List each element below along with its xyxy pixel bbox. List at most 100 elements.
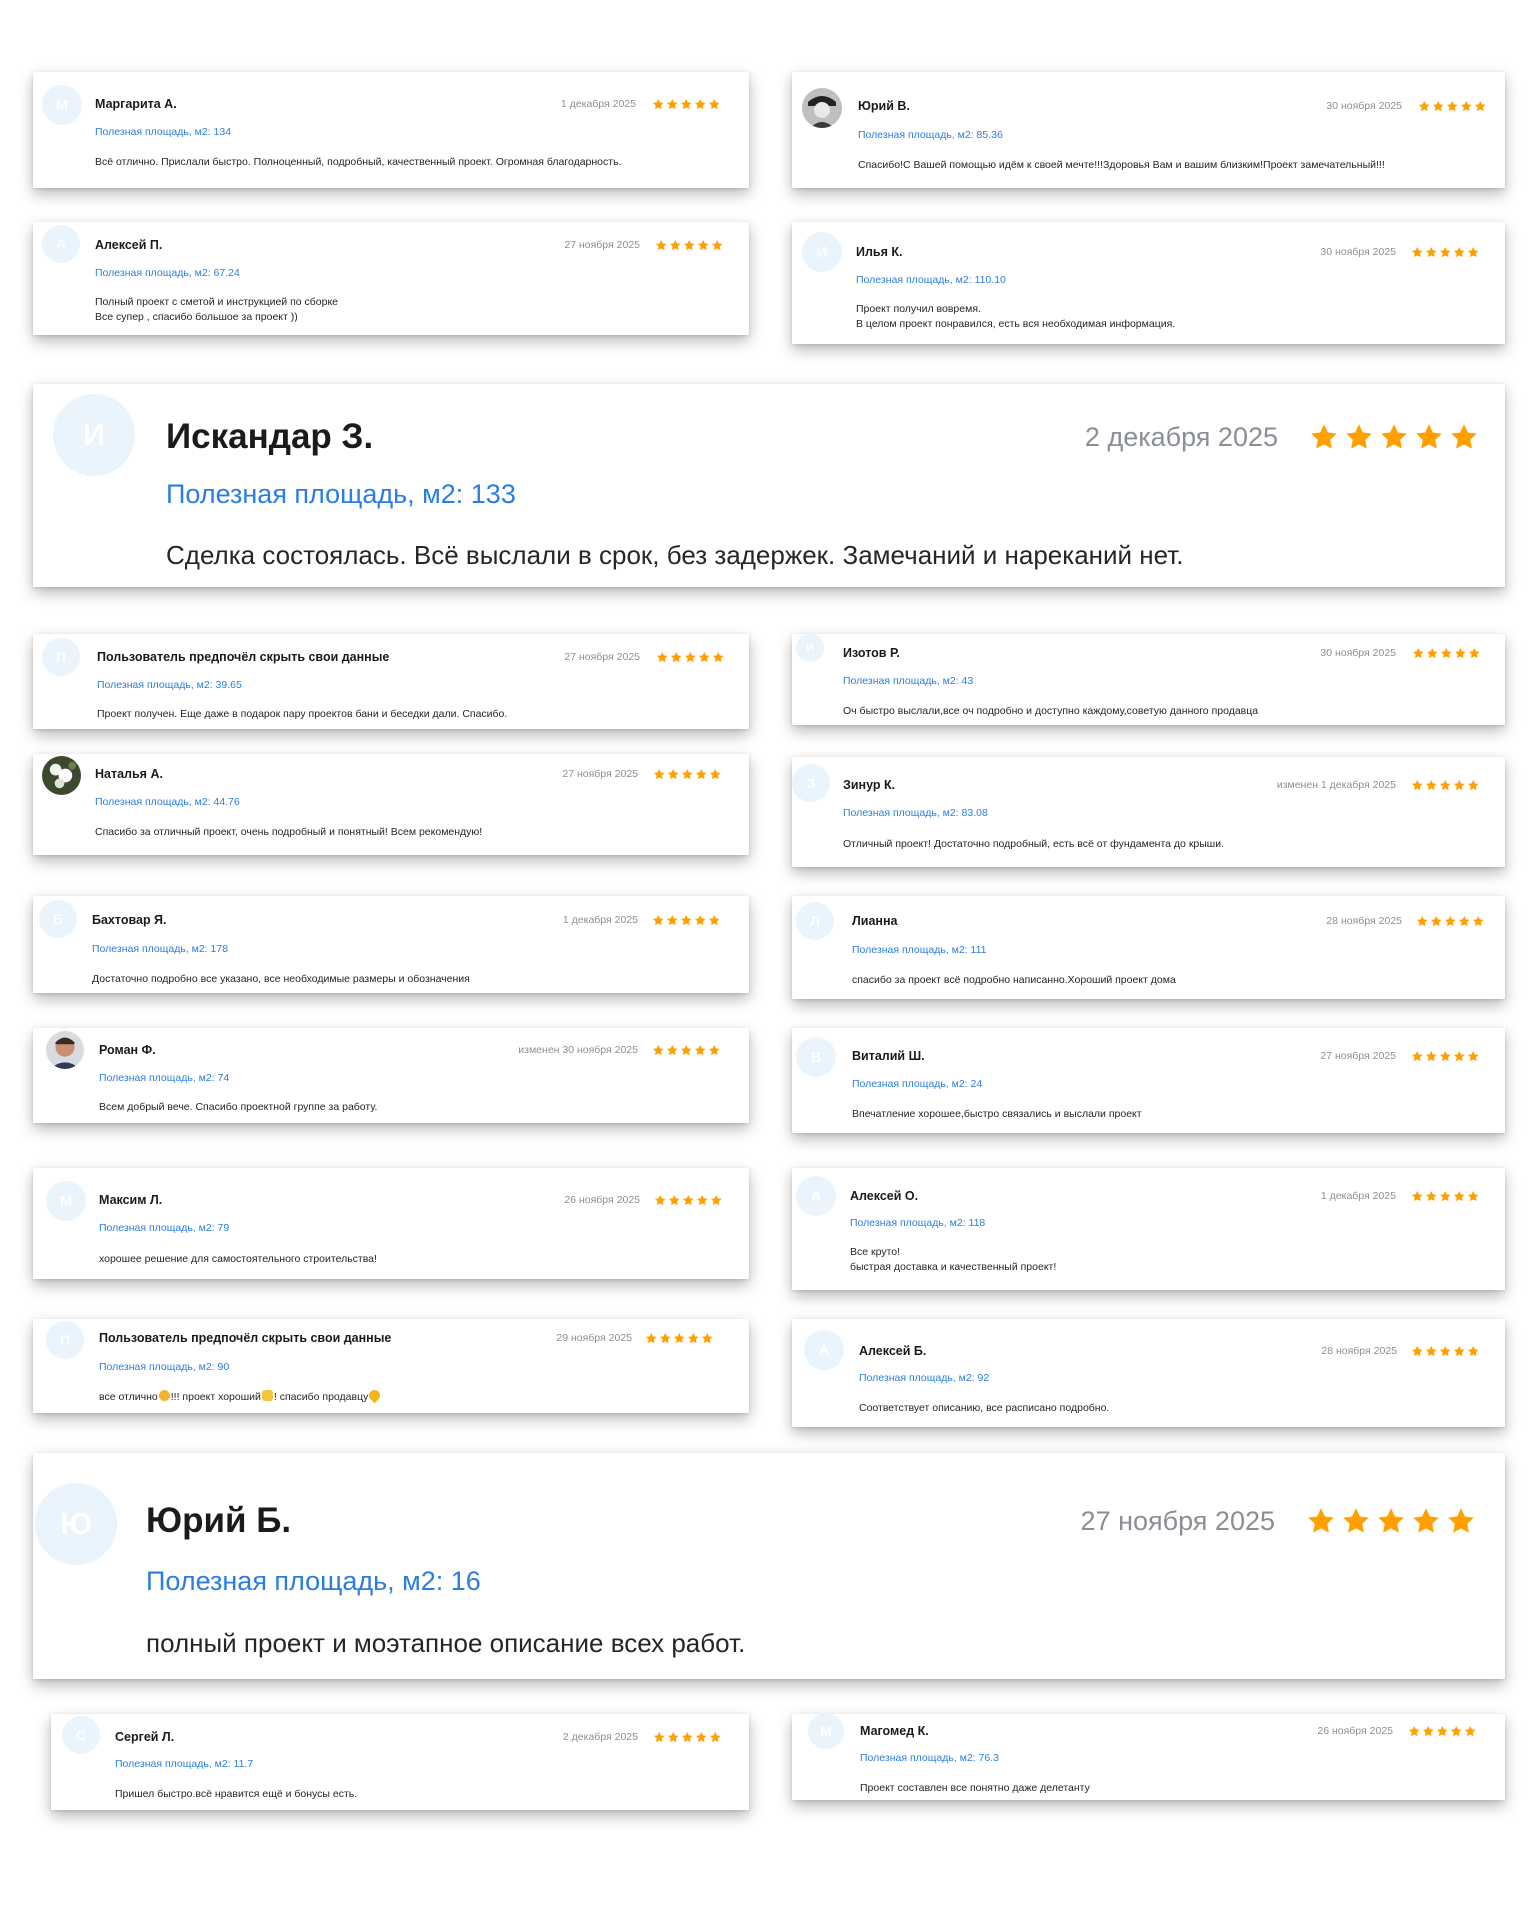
reviewer-name[interactable]: Алексей П. (95, 238, 162, 253)
star-icon (1425, 1345, 1438, 1358)
useful-area-label: Полезная площадь, м2: (92, 942, 208, 955)
useful-area[interactable]: Полезная площадь, м2: 79 (99, 1222, 229, 1235)
star-icon (1453, 246, 1466, 259)
reviewer-name[interactable]: Сергей Л. (115, 1730, 174, 1745)
man-photo-icon[interactable] (46, 1031, 84, 1069)
star-icon (1376, 1506, 1406, 1536)
avatar[interactable]: З (792, 764, 830, 802)
avatar[interactable]: А (804, 1330, 844, 1370)
review-date: 2 декабря 2025 (1084, 421, 1278, 452)
useful-area[interactable]: Полезная площадь, м2: 92 (859, 1372, 989, 1385)
useful-area[interactable]: Полезная площадь, м2: 111 (852, 944, 987, 957)
reviewer-name[interactable]: Изотов Р. (843, 646, 900, 661)
useful-area[interactable]: Полезная площадь, м2: 43 (843, 675, 973, 688)
useful-area[interactable]: Полезная площадь, м2: 90 (99, 1361, 229, 1374)
reviewer-name[interactable]: Юрий Б. (146, 1500, 291, 1542)
review-date: 27 ноября 2025 (1080, 1505, 1275, 1536)
useful-area[interactable]: Полезная площадь, м2: 39.65 (97, 679, 242, 692)
useful-area[interactable]: Полезная площадь, м2: 110.10 (856, 274, 1006, 287)
star-icon (1439, 1050, 1452, 1063)
reviewer-name[interactable]: Зинур К. (843, 778, 895, 793)
reviewer-name[interactable]: Юрий В. (858, 99, 910, 114)
flower-photo-icon[interactable] (42, 756, 81, 795)
useful-area-label: Полезная площадь, м2: (856, 273, 972, 286)
reviewer-name[interactable]: Пользователь предпочёл скрыть свои данны… (97, 650, 389, 665)
avatar[interactable]: И (796, 634, 824, 662)
review-text: Всё отлично. Прислали быстро. Полноценны… (95, 155, 622, 168)
useful-area-label: Полезная площадь, м2: (166, 478, 464, 509)
reviewer-name[interactable]: Искандар З. (166, 416, 373, 458)
rating-stars (1306, 1506, 1476, 1536)
reviewer-name[interactable]: Маргарита А. (95, 97, 177, 112)
useful-area[interactable]: Полезная площадь, м2: 133 (166, 478, 516, 510)
avatar[interactable]: П (42, 638, 80, 676)
useful-area[interactable]: Полезная площадь, м2: 76.3 (860, 1752, 999, 1765)
reviewer-name[interactable]: Наталья А. (95, 767, 163, 782)
star-icon (1454, 647, 1467, 660)
avatar[interactable]: А (42, 225, 80, 263)
reviewer-name[interactable]: Бахтовар Я. (92, 913, 167, 928)
review-date: 30 ноября 2025 (1320, 245, 1396, 258)
avatar[interactable]: И (53, 394, 135, 476)
review-date: 26 ноября 2025 (1317, 1724, 1393, 1737)
useful-area[interactable]: Полезная площадь, м2: 118 (850, 1217, 985, 1230)
avatar-initial: П (59, 1332, 71, 1348)
rating-stars (645, 1332, 714, 1345)
avatar[interactable]: В (796, 1037, 836, 1077)
reviewer-name[interactable]: Магомед К. (860, 1724, 929, 1739)
reviewer-name[interactable]: Илья К. (856, 245, 902, 260)
avatar[interactable]: Ю (35, 1483, 117, 1565)
star-icon (1436, 1725, 1449, 1738)
avatar[interactable]: П (46, 1321, 84, 1359)
star-icon (1468, 647, 1481, 660)
useful-area-label: Полезная площадь, м2: (95, 795, 211, 808)
useful-area[interactable]: Полезная площадь, м2: 178 (92, 943, 228, 956)
useful-area[interactable]: Полезная площадь, м2: 24 (852, 1078, 982, 1091)
avatar[interactable]: Л (796, 902, 834, 940)
avatar[interactable]: М (42, 85, 82, 125)
avatar[interactable]: Б (39, 900, 77, 938)
useful-area-value: 110.10 (974, 273, 1006, 286)
avatar[interactable]: С (62, 1716, 100, 1754)
reviewer-name[interactable]: Роман Ф. (99, 1043, 156, 1058)
rating-stars (1411, 246, 1480, 259)
useful-area[interactable]: Полезная площадь, м2: 83.08 (843, 807, 988, 820)
useful-area[interactable]: Полезная площадь, м2: 67.24 (95, 267, 240, 280)
star-icon (1453, 1345, 1466, 1358)
star-icon (1411, 779, 1424, 792)
star-icon (1440, 647, 1453, 660)
star-icon (1411, 1345, 1424, 1358)
star-icon (1306, 1506, 1336, 1536)
useful-area[interactable]: Полезная площадь, м2: 16 (146, 1565, 481, 1597)
useful-area[interactable]: Полезная площадь, м2: 134 (95, 126, 231, 139)
useful-area[interactable]: Полезная площадь, м2: 85.36 (858, 129, 1003, 142)
useful-area[interactable]: Полезная площадь, м2: 74 (99, 1072, 229, 1085)
avatar[interactable]: И (802, 232, 842, 272)
star-icon (1453, 779, 1466, 792)
reviewer-name[interactable]: Лианна (852, 914, 897, 929)
useful-area-value: 39.65 (215, 678, 242, 691)
review-text: Пришел быстро.всё нравится ещё и бонусы … (115, 1787, 358, 1800)
useful-area-label: Полезная площадь, м2: (843, 806, 959, 819)
reviewer-name[interactable]: Пользователь предпочёл скрыть свои данны… (99, 1331, 391, 1346)
rating-stars (653, 768, 722, 781)
rating-stars (1411, 1345, 1480, 1358)
reviewer-name[interactable]: Виталий Ш. (852, 1049, 925, 1064)
person-photo-icon[interactable] (802, 88, 842, 128)
useful-area-label: Полезная площадь, м2: (99, 1221, 215, 1234)
avatar[interactable]: М (808, 1713, 844, 1749)
reviewer-name[interactable]: Алексей Б. (859, 1344, 926, 1359)
star-icon (682, 1194, 695, 1207)
useful-area[interactable]: Полезная площадь, м2: 44.76 (95, 796, 240, 809)
star-icon (1467, 246, 1480, 259)
avatar[interactable]: М (46, 1181, 86, 1221)
reviewer-name[interactable]: Максим Л. (99, 1193, 162, 1208)
avatar[interactable]: А (796, 1176, 836, 1216)
useful-area-label: Полезная площадь, м2: (146, 1565, 444, 1596)
reviewer-name[interactable]: Алексей О. (850, 1189, 918, 1204)
star-icon (694, 914, 707, 927)
useful-area[interactable]: Полезная площадь, м2: 11.7 (115, 1758, 253, 1771)
star-icon (680, 98, 693, 111)
star-icon (1467, 1050, 1480, 1063)
star-icon (652, 914, 665, 927)
